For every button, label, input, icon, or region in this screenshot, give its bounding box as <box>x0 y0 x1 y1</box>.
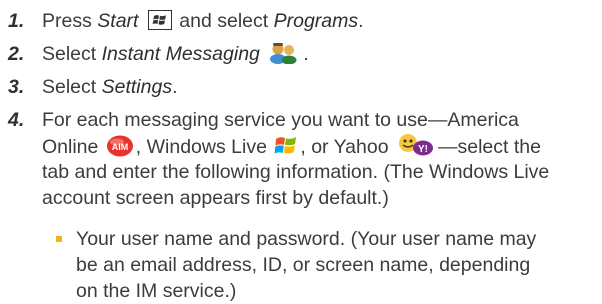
instructions-document: 1. Press Start and select Programs. 2. S… <box>0 0 602 302</box>
svg-text:Y!: Y! <box>418 144 428 155</box>
programs-label: Programs <box>273 10 359 32</box>
step-text: Select Instant Messaging . <box>42 41 309 71</box>
step-text: Select Settings. <box>42 76 178 98</box>
step-number: 4. <box>8 109 25 131</box>
bullet-marker <box>56 236 62 242</box>
step-text: For each messaging service you want to u… <box>42 109 550 209</box>
instant-messaging-icon <box>267 42 301 71</box>
step-text: Press Start and select Programs. <box>42 10 364 32</box>
windows-start-key-icon <box>147 10 172 30</box>
instant-messaging-label: Instant Messaging <box>101 43 260 65</box>
start-label: Start <box>97 10 139 32</box>
step-number: 3. <box>8 76 25 98</box>
step-number: 1. <box>8 10 25 32</box>
bullet-text: Your user name and password. (Your user … <box>76 228 537 302</box>
settings-label: Settings <box>101 76 173 98</box>
svg-text:AIM: AIM <box>112 142 129 152</box>
step-number: 2. <box>8 43 25 65</box>
